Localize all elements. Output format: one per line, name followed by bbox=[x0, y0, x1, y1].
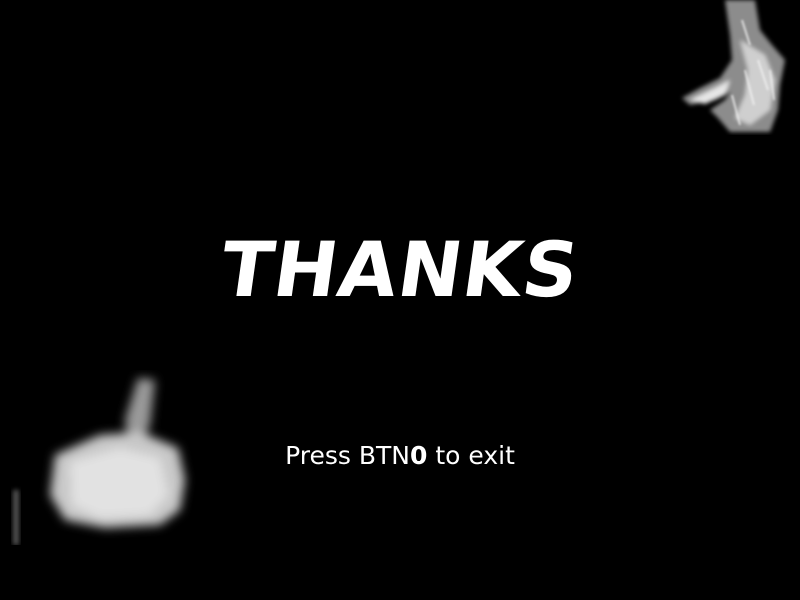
exit-prompt-button-number: 0 bbox=[409, 441, 428, 470]
thanks-screen: THANKS Press BTN0 to exit bbox=[0, 0, 800, 600]
exit-prompt: Press BTN0 to exit bbox=[0, 438, 800, 474]
exit-prompt-prefix: Press BTN bbox=[285, 441, 410, 470]
thanks-title: THANKS bbox=[215, 225, 586, 314]
exit-prompt-suffix: to exit bbox=[427, 441, 515, 470]
open-hand-image bbox=[682, 0, 785, 132]
